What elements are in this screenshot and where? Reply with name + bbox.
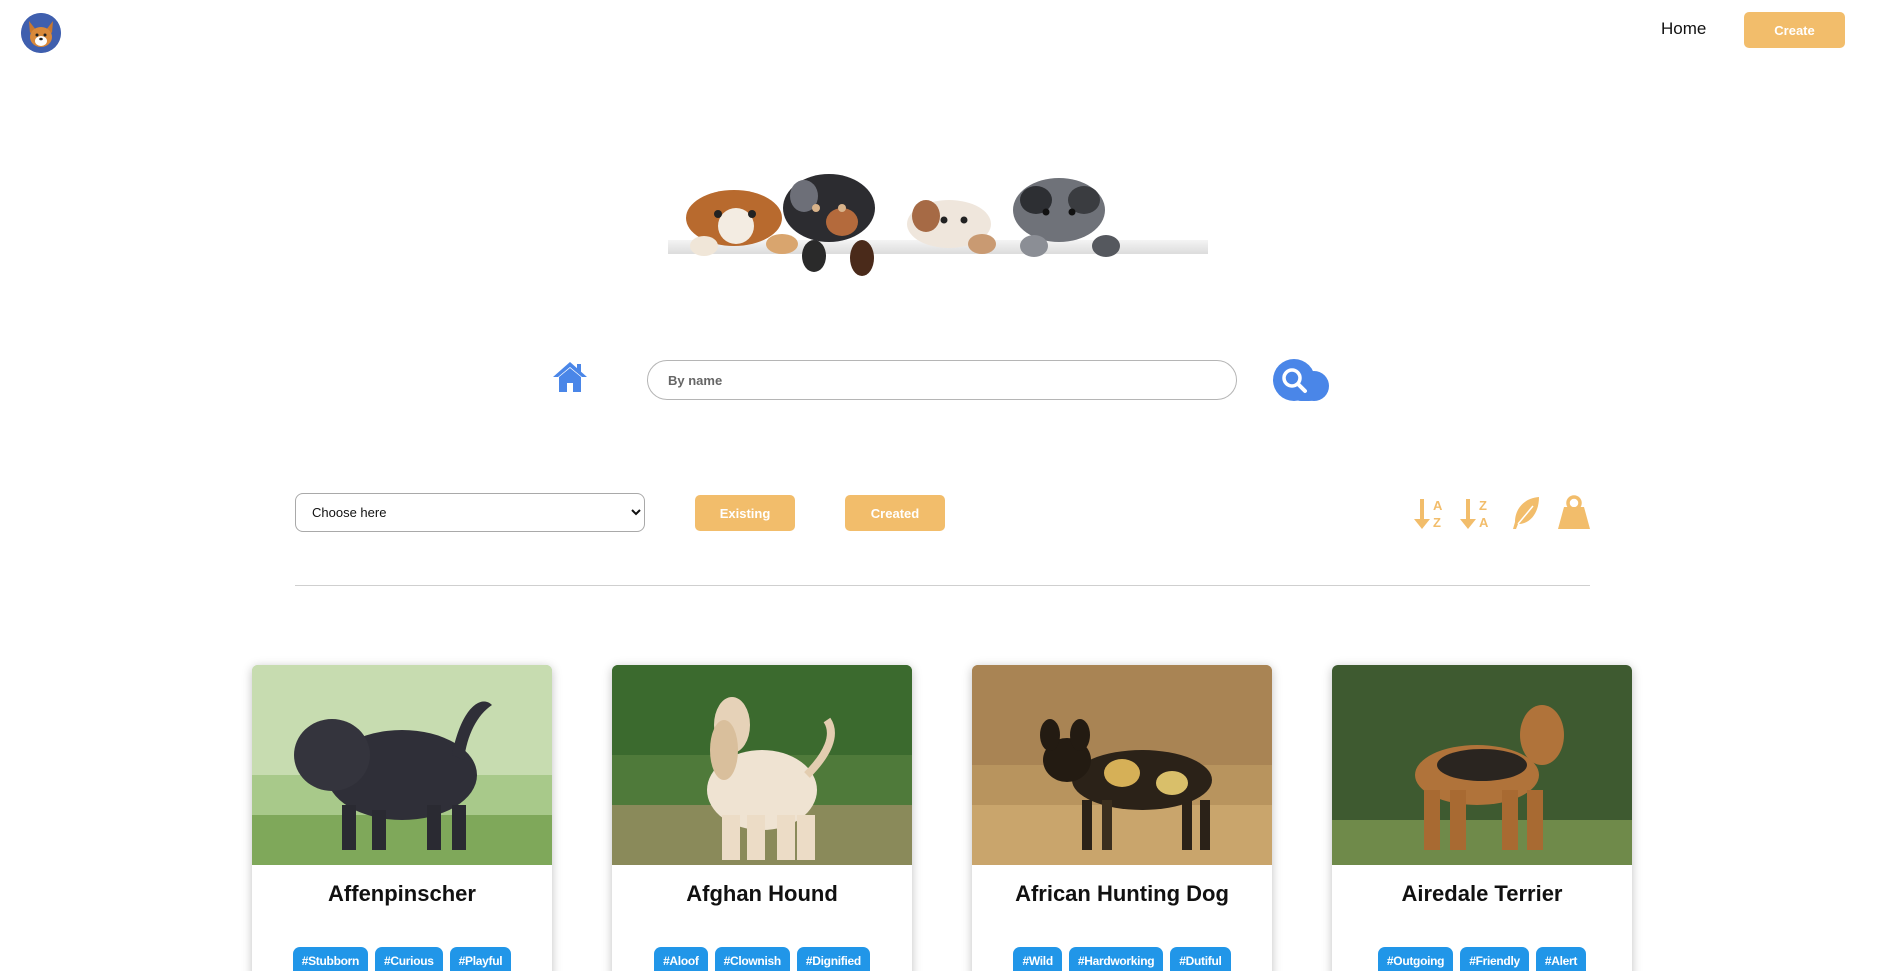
search-button[interactable] xyxy=(1268,358,1332,402)
temperament-select[interactable]: Choose here xyxy=(295,493,645,532)
svg-text:Z: Z xyxy=(1433,515,1441,530)
temperament-tag: #Outgoing xyxy=(1377,947,1454,971)
dog-name: Affenpinscher xyxy=(328,881,476,906)
dog-name: African Hunting Dog xyxy=(1015,881,1229,906)
app-logo[interactable] xyxy=(21,13,61,53)
temperament-tags: #Aloof #Clownish #Dignified xyxy=(612,947,912,971)
temperament-tag: #Playful xyxy=(449,947,512,971)
heavy-weight-icon[interactable] xyxy=(1556,494,1592,532)
dog-card[interactable]: Affenpinscher #Stubborn #Curious #Playfu… xyxy=(252,665,552,971)
nav-create-button[interactable]: Create xyxy=(1744,12,1845,48)
sort-alpha-desc-icon[interactable]: Z A xyxy=(1459,494,1495,532)
feather-weight-icon[interactable] xyxy=(1507,494,1543,532)
search-cloud-icon xyxy=(1273,359,1329,401)
temperament-tag: #Wild xyxy=(1013,947,1062,971)
temperament-tag: #Curious xyxy=(375,947,443,971)
dog-name: Airedale Terrier xyxy=(1401,881,1563,906)
dog-face-icon xyxy=(21,13,61,53)
created-filter-button[interactable]: Created xyxy=(845,495,945,531)
temperament-tag: #Stubborn xyxy=(292,947,369,971)
hero-dogs-banner xyxy=(664,96,1224,320)
svg-text:Z: Z xyxy=(1479,498,1487,513)
temperament-tags: #Wild #Hardworking #Dutiful xyxy=(972,947,1272,971)
dog-name: Afghan Hound xyxy=(686,881,838,906)
nav-home-link[interactable]: Home xyxy=(1661,19,1706,39)
dog-photo xyxy=(252,665,552,865)
temperament-tag: #Clownish xyxy=(714,947,790,971)
existing-filter-button[interactable]: Existing xyxy=(695,495,795,531)
section-divider xyxy=(295,585,1590,586)
dog-photo xyxy=(972,665,1272,865)
dog-card[interactable]: Afghan Hound #Aloof #Clownish #Dignified xyxy=(612,665,912,971)
sort-alpha-asc-icon[interactable]: A Z xyxy=(1413,494,1449,532)
dog-card[interactable]: African Hunting Dog #Wild #Hardworking #… xyxy=(972,665,1272,971)
dog-photo xyxy=(612,665,912,865)
home-icon[interactable] xyxy=(551,360,589,394)
dog-card[interactable]: Airedale Terrier #Outgoing #Friendly #Al… xyxy=(1332,665,1632,971)
temperament-tag: #Dignified xyxy=(796,947,870,971)
svg-text:A: A xyxy=(1479,515,1489,530)
dog-photo xyxy=(1332,665,1632,865)
temperament-tags: #Outgoing #Friendly #Alert xyxy=(1332,947,1632,971)
search-input[interactable] xyxy=(647,360,1237,400)
temperament-tags: #Stubborn #Curious #Playful xyxy=(252,947,552,971)
temperament-tag: #Dutiful xyxy=(1170,947,1231,971)
temperament-tag: #Friendly xyxy=(1460,947,1529,971)
temperament-tag: #Aloof xyxy=(654,947,708,971)
temperament-tag: #Hardworking xyxy=(1068,947,1164,971)
svg-text:A: A xyxy=(1433,498,1443,513)
temperament-tag: #Alert xyxy=(1535,947,1587,971)
